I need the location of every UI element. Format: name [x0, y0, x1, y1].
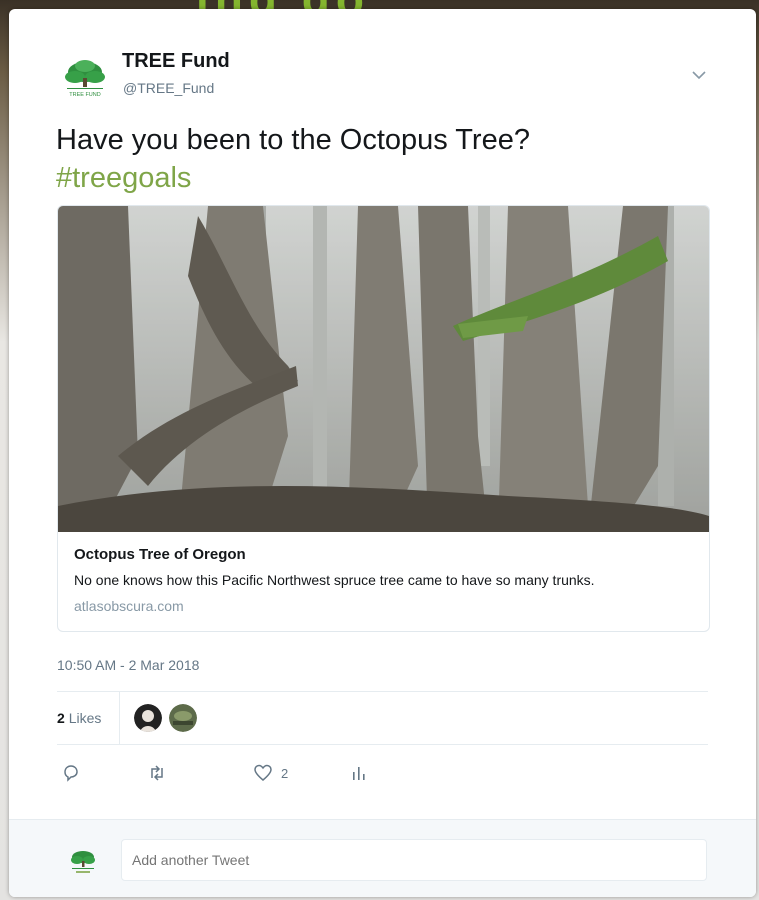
tweet-text: Have you been to the Octopus Tree? #tree… — [56, 121, 716, 197]
chevron-down-icon[interactable] — [691, 69, 707, 81]
analytics-button[interactable] — [349, 761, 369, 785]
retweet-button[interactable] — [147, 761, 167, 785]
divider — [57, 744, 708, 745]
likes-label: Likes — [68, 710, 102, 726]
likes-separator — [119, 692, 120, 744]
tree-fund-logo[interactable]: TREE FUND — [61, 56, 109, 104]
tweet-card: TREE FUND TREE Fund @TREE_Fund Have you … — [9, 9, 756, 897]
octopus-tree-photo — [58, 206, 709, 532]
link-description: No one knows how this Pacific Northwest … — [74, 572, 595, 588]
link-domain: atlasobscura.com — [74, 598, 184, 614]
retweet-icon — [151, 765, 163, 781]
like-count: 2 — [281, 765, 289, 781]
heart-icon — [254, 764, 272, 781]
reply-bar — [9, 819, 756, 897]
link-title: Octopus Tree of Oregon — [74, 546, 246, 563]
reply-button[interactable] — [61, 761, 81, 785]
tree-fund-logo — [71, 851, 95, 873]
svg-text:TREE FUND: TREE FUND — [69, 92, 101, 98]
likes-count[interactable]: 2 Likes — [57, 710, 101, 726]
liker-avatar[interactable] — [169, 704, 197, 732]
liker-avatar[interactable] — [134, 704, 162, 732]
like-button[interactable]: 2 — [253, 761, 288, 785]
user-handle[interactable]: @TREE_Fund — [123, 80, 214, 96]
add-tweet-input[interactable] — [121, 839, 707, 881]
analytics-icon — [353, 767, 365, 780]
tweet-actions: 2 — [57, 761, 457, 791]
tweet-body: Have you been to the Octopus Tree? — [56, 124, 530, 156]
hashtag-link[interactable]: #treegoals — [56, 159, 716, 197]
likes-row: 2 Likes — [57, 692, 708, 744]
likes-number: 2 — [57, 710, 65, 726]
tweet-timestamp[interactable]: 10:50 AM - 2 Mar 2018 — [57, 657, 199, 673]
reply-icon — [64, 765, 78, 782]
display-name[interactable]: TREE Fund — [122, 50, 230, 73]
link-preview-card[interactable]: Octopus Tree of Oregon No one knows how … — [57, 205, 710, 632]
